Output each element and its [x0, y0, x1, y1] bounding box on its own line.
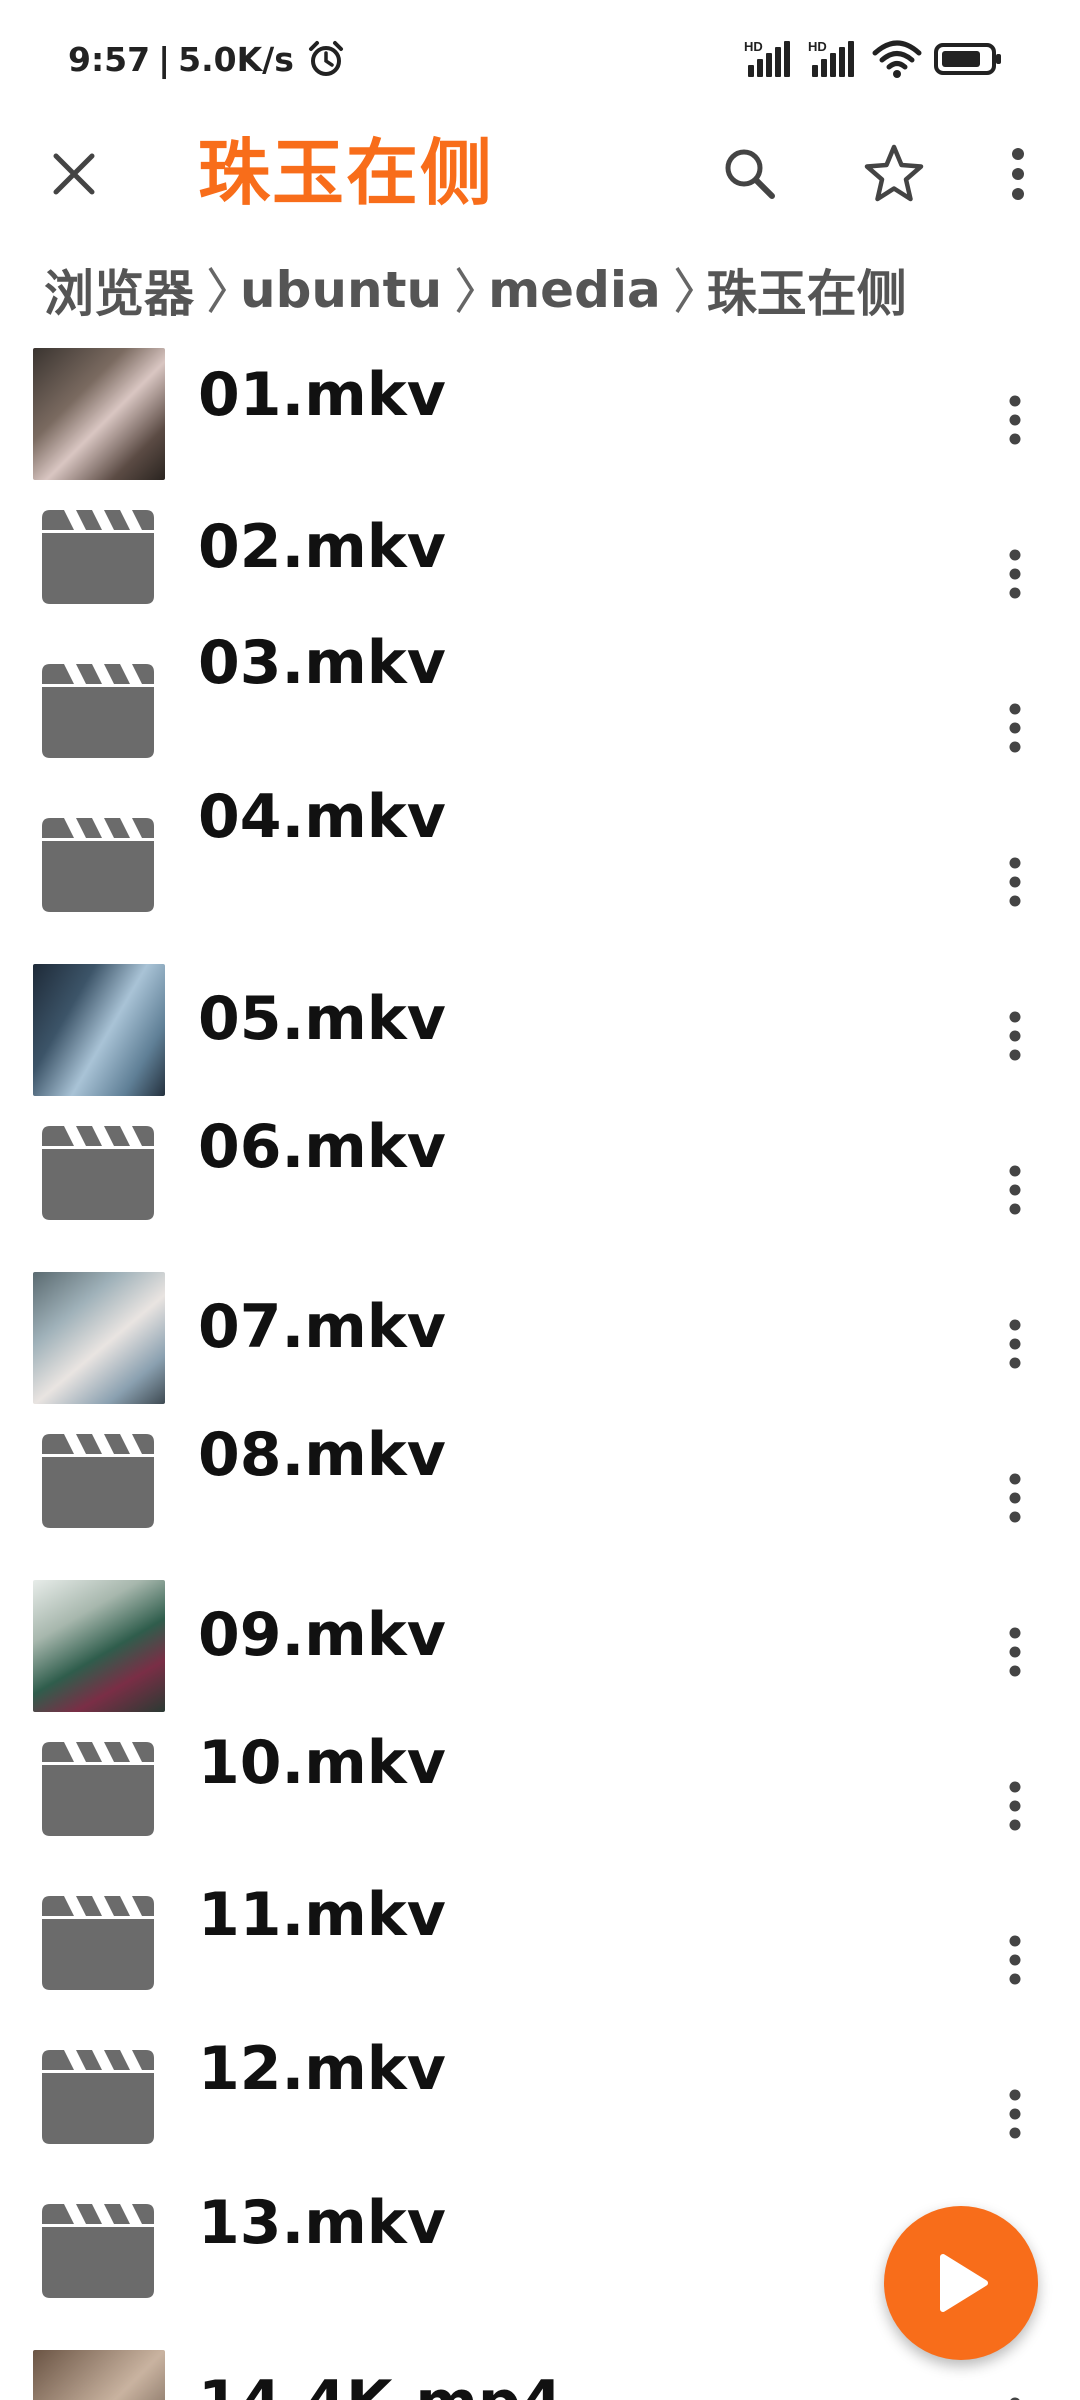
file-options-button[interactable] — [990, 536, 1040, 612]
file-name: 14.4K.mp4 — [198, 2368, 563, 2400]
file-row[interactable]: 08.mkv — [0, 1420, 1080, 1576]
chevron-right-icon — [675, 267, 693, 313]
breadcrumb-item-browser[interactable]: 浏览器 — [44, 254, 194, 326]
video-clapper-icon — [42, 2050, 154, 2144]
video-thumbnail — [33, 348, 165, 480]
more-vertical-icon — [1010, 2397, 1020, 2400]
status-time: 9:57 — [68, 39, 151, 79]
network-speed: 5.0K/s — [178, 39, 294, 79]
file-options-button[interactable] — [990, 998, 1040, 1074]
file-row[interactable]: 03.mkv — [0, 628, 1080, 806]
status-separator: | — [158, 39, 171, 79]
favorite-button[interactable] — [858, 138, 930, 210]
video-clapper-icon — [42, 1742, 154, 1836]
video-clapper-icon — [42, 664, 154, 758]
more-vertical-icon — [1009, 1627, 1021, 1677]
status-right: HD HD — [744, 36, 1002, 82]
file-options-button[interactable] — [990, 1306, 1040, 1382]
play-all-button[interactable] — [884, 2206, 1038, 2360]
cell-signal-2-icon: HD — [808, 39, 860, 79]
file-row[interactable]: 04.mkv — [0, 782, 1080, 960]
file-row[interactable]: 02.mkv — [0, 498, 1080, 652]
more-vertical-icon — [1009, 1011, 1021, 1061]
file-row[interactable]: 09.mkv — [0, 1576, 1080, 1730]
file-options-button[interactable] — [990, 1460, 1040, 1536]
more-vertical-icon — [1009, 2089, 1021, 2139]
page-title: 珠玉在侧 — [198, 131, 495, 215]
more-vertical-icon — [1009, 1781, 1021, 1831]
wifi-icon — [872, 39, 922, 79]
file-options-button[interactable] — [990, 844, 1040, 920]
file-row[interactable]: 06.mkv — [0, 1112, 1080, 1268]
star-icon — [864, 144, 924, 202]
video-thumbnail — [33, 964, 165, 1096]
status-left: 9:57 | 5.0K/s — [68, 34, 346, 84]
video-clapper-icon — [42, 1126, 154, 1220]
play-icon — [940, 2254, 988, 2312]
video-thumbnail — [33, 2350, 165, 2400]
more-vertical-icon — [1012, 148, 1024, 200]
file-name: 07.mkv — [198, 1292, 446, 1362]
file-options-button[interactable] — [990, 1768, 1040, 1844]
file-row[interactable]: 11.mkv — [0, 1880, 1080, 2038]
more-vertical-icon — [1009, 857, 1021, 907]
file-row[interactable]: 07.mkv — [0, 1268, 1080, 1422]
battery-icon — [934, 42, 1002, 76]
breadcrumb-item-media[interactable]: media — [488, 261, 661, 319]
file-row[interactable]: 01.mkv — [0, 344, 1080, 498]
close-button[interactable] — [40, 140, 108, 208]
file-name: 10.mkv — [198, 1728, 446, 1798]
file-options-button[interactable] — [990, 1614, 1040, 1690]
chevron-right-icon — [456, 267, 475, 313]
file-browser-screen: 9:57 | 5.0K/s HD HD 珠玉在侧 浏览器 ubuntu medi… — [0, 0, 1080, 2400]
more-vertical-icon — [1009, 549, 1021, 599]
video-clapper-icon — [42, 1896, 154, 1990]
search-button[interactable] — [716, 140, 784, 208]
overflow-menu-button[interactable] — [988, 138, 1048, 210]
file-row[interactable]: 10.mkv — [0, 1728, 1080, 1884]
file-name: 05.mkv — [198, 984, 446, 1054]
file-options-button[interactable] — [990, 2384, 1040, 2400]
more-vertical-icon — [1009, 1165, 1021, 1215]
app-bar: 珠玉在侧 — [0, 118, 1080, 226]
file-name: 09.mkv — [198, 1600, 446, 1670]
file-options-button[interactable] — [990, 2076, 1040, 2152]
file-name: 03.mkv — [198, 628, 446, 698]
file-name: 04.mkv — [198, 782, 446, 852]
file-name: 08.mkv — [198, 1420, 446, 1490]
video-clapper-icon — [42, 510, 154, 604]
breadcrumb: 浏览器 ubuntu media 珠玉在侧 — [44, 252, 907, 328]
file-row[interactable]: 12.mkv — [0, 2034, 1080, 2192]
more-vertical-icon — [1009, 1319, 1021, 1369]
more-vertical-icon — [1009, 1935, 1021, 1985]
breadcrumb-item-ubuntu[interactable]: ubuntu — [240, 261, 442, 319]
file-name: 06.mkv — [198, 1112, 446, 1182]
close-icon — [53, 153, 95, 195]
file-name: 12.mkv — [198, 2034, 446, 2104]
breadcrumb-item-current-folder[interactable]: 珠玉在侧 — [707, 254, 907, 326]
file-name: 02.mkv — [198, 512, 446, 582]
video-thumbnail — [33, 1580, 165, 1712]
more-vertical-icon — [1009, 703, 1021, 753]
cell-signal-1-icon: HD — [744, 39, 796, 79]
file-name: 01.mkv — [198, 360, 446, 430]
video-clapper-icon — [42, 1434, 154, 1528]
video-thumbnail — [33, 1272, 165, 1404]
alarm-clock-icon — [306, 39, 346, 79]
chevron-right-icon — [208, 267, 227, 313]
file-options-button[interactable] — [990, 690, 1040, 766]
file-name: 13.mkv — [198, 2188, 446, 2258]
more-vertical-icon — [1009, 395, 1021, 445]
video-clapper-icon — [42, 818, 154, 912]
file-options-button[interactable] — [990, 1152, 1040, 1228]
file-options-button[interactable] — [990, 1922, 1040, 1998]
search-icon — [725, 149, 775, 199]
file-name: 11.mkv — [198, 1880, 446, 1950]
file-options-button[interactable] — [990, 382, 1040, 458]
file-row[interactable]: 14.4K.mp4 — [0, 2346, 1080, 2400]
file-row[interactable]: 05.mkv — [0, 960, 1080, 1114]
status-bar: 9:57 | 5.0K/s HD HD — [0, 0, 1080, 118]
more-vertical-icon — [1009, 1473, 1021, 1523]
video-clapper-icon — [42, 2204, 154, 2298]
